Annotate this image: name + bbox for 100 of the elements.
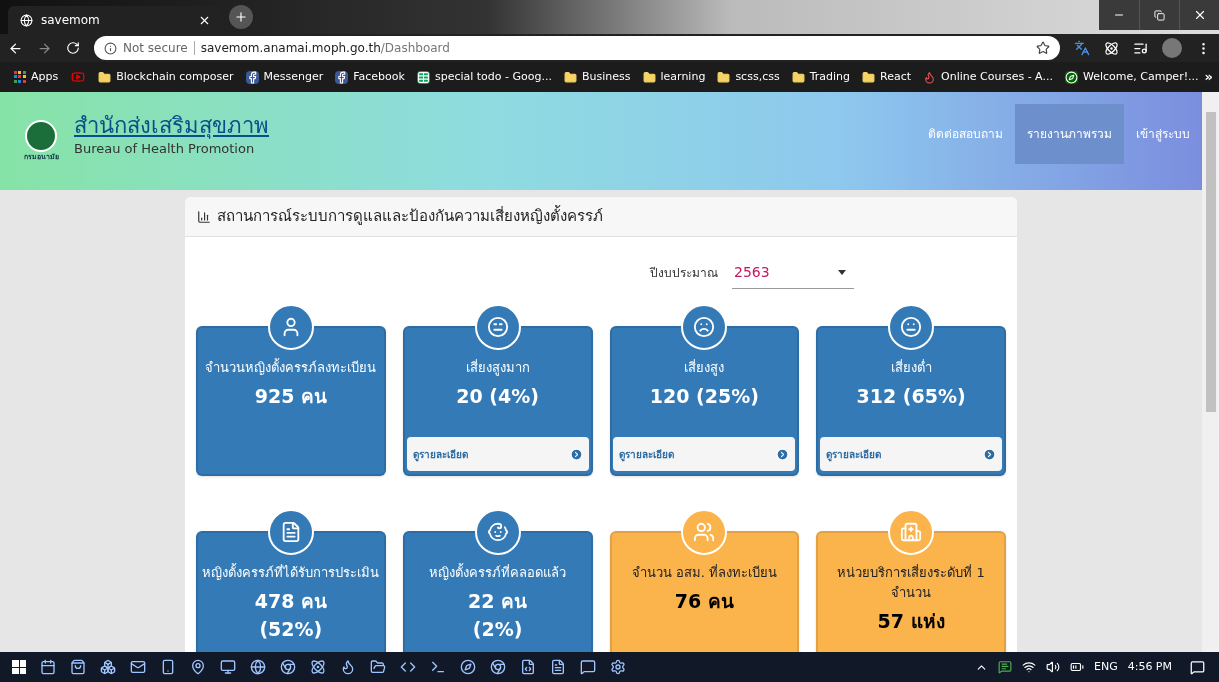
card-value: 22 คน — [468, 589, 528, 614]
panel-title: สถานการณ์ระบบการดูแลและป้องกันความเสี่ยงหญิงตั้งครรภ์ — [217, 205, 603, 228]
taskbar-app-icon[interactable] — [610, 659, 626, 675]
taskbar-app-icon[interactable] — [40, 659, 56, 675]
card-value: 76 คน — [674, 589, 734, 614]
taskbar-app-icon[interactable] — [160, 659, 176, 675]
tab-title: savemom — [41, 12, 100, 29]
taskbar-app-icon[interactable] — [340, 659, 356, 675]
taskbar-app-icon[interactable] — [190, 659, 206, 675]
f-logo-icon — [335, 70, 349, 84]
card-label: หน่วยบริการเสี่ยงระดับที่ 1 — [837, 563, 985, 582]
translate-icon[interactable] — [1074, 40, 1090, 56]
card-value: (52%) — [259, 617, 323, 642]
emblem-logo — [25, 119, 57, 152]
folder-icon — [862, 70, 875, 84]
people-icon — [693, 521, 716, 543]
details-link[interactable]: ดูรายละเอียด — [613, 437, 796, 471]
card-label: หญิงตั้งครรภ์ที่ได้รับการประเมิน — [202, 563, 380, 582]
chat-icon[interactable] — [997, 660, 1012, 674]
restore-icon — [1154, 9, 1165, 21]
folder-icon — [642, 70, 656, 84]
chevron-circle-icon — [776, 447, 790, 461]
hospital-icon — [900, 521, 923, 543]
sheet-icon — [416, 70, 430, 84]
bookmark[interactable]: Apps — [8, 66, 65, 88]
battery-icon[interactable] — [1069, 660, 1084, 674]
wifi-icon[interactable] — [1021, 660, 1036, 674]
taskbar-app-icon[interactable] — [310, 659, 326, 675]
notifications-icon[interactable] — [1190, 659, 1205, 675]
filter-label: ปีงบประมาณ — [650, 265, 718, 282]
bookmark[interactable]: scss,css — [711, 66, 786, 88]
card-label: จำนวน — [891, 584, 932, 602]
dropdown-caret-icon — [838, 270, 846, 275]
bookmark[interactable]: Messenger — [239, 66, 330, 88]
taskbar-app-icon[interactable] — [250, 659, 266, 675]
card-label: หญิงตั้งครรภ์ที่คลอดแล้ว — [429, 563, 567, 582]
avatar[interactable] — [1162, 38, 1182, 58]
details-link[interactable]: ดูรายละเอียด — [406, 437, 589, 471]
bookmark[interactable]: Online Courses - A... — [917, 66, 1059, 88]
bookmark[interactable]: Blockchain composer — [92, 66, 240, 88]
bookmark[interactable]: Trading — [785, 66, 856, 88]
card-value: 57 แห่ง — [877, 609, 945, 634]
volume-icon[interactable] — [1045, 660, 1060, 674]
f-logo-icon — [245, 70, 259, 84]
baby-icon — [486, 521, 509, 543]
card-value: 478 คน — [254, 589, 327, 614]
folder-icon — [98, 70, 112, 84]
taskbar-app-icon[interactable] — [550, 659, 566, 675]
face-icon — [693, 316, 716, 338]
bookmark-star-icon[interactable] — [1036, 41, 1050, 55]
card-value: 20 (4%) — [456, 384, 539, 409]
language-indicator[interactable]: ENG — [1093, 658, 1118, 676]
taskbar-app-icon[interactable] — [220, 659, 236, 675]
reload-icon[interactable] — [66, 41, 80, 55]
taskbar-app-icon[interactable] — [370, 659, 386, 675]
taskbar-app-icon[interactable] — [280, 659, 296, 675]
taskbar-app-icon[interactable] — [460, 659, 476, 675]
folder-icon — [791, 70, 805, 84]
atom-icon[interactable] — [1104, 40, 1119, 56]
apps-grid-icon — [14, 71, 26, 83]
address-bar[interactable]: Not secure savemom.anamai.moph.go.th/Dashboard — [94, 36, 1060, 60]
new-tab-button[interactable] — [229, 5, 253, 29]
taskbar-app-icon[interactable] — [400, 659, 416, 675]
back-icon[interactable] — [8, 40, 23, 56]
card-label: เสี่ยงสูงมาก — [465, 358, 530, 378]
restore-button[interactable] — [1139, 0, 1179, 30]
taskbar-app-icon[interactable] — [100, 659, 116, 675]
year-select[interactable]: 2563 — [732, 257, 854, 289]
taskbar-app-icon[interactable] — [490, 659, 506, 675]
close-window-button[interactable] — [1179, 0, 1219, 30]
bookmark[interactable]: React — [856, 66, 918, 88]
taskbar-app-icon[interactable] — [580, 659, 596, 675]
more-bookmarks[interactable]: » — [1204, 67, 1219, 87]
site-subtitle: Bureau of Health Promotion — [74, 140, 256, 159]
taskbar-app-icon[interactable] — [520, 659, 536, 675]
card-value: (2%) — [472, 617, 523, 642]
chevron-circle-icon — [569, 447, 583, 461]
taskbar-app-icon[interactable] — [130, 659, 146, 675]
face-icon — [900, 316, 923, 338]
taskbar-app-icon[interactable] — [70, 659, 86, 675]
url-text: savemom.anamai.moph.go.th/Dashboard — [200, 40, 450, 57]
scrollbar[interactable] — [1202, 92, 1219, 652]
bookmark[interactable]: Facebook — [329, 66, 411, 88]
taskbar-app-icon[interactable] — [430, 659, 446, 675]
card-label: เสี่ยงต่ำ — [890, 358, 932, 377]
bookmark[interactable]: learning — [636, 66, 712, 88]
site-title: สำนักส่งเสริมสุขภาพ — [74, 113, 269, 140]
bookmark[interactable]: Welcome, Camper!... — [1058, 66, 1205, 88]
info-icon — [104, 41, 117, 55]
details-link[interactable]: ดูรายละเอียด — [820, 437, 1003, 471]
chevron-circle-icon — [983, 447, 997, 461]
windows-start-icon[interactable] — [12, 660, 26, 674]
forward-icon[interactable] — [37, 40, 52, 56]
bookmark[interactable]: Business — [558, 66, 637, 88]
clock[interactable]: 4:56 PM — [1127, 658, 1172, 676]
bookmark[interactable]: special todo - Goog... — [410, 66, 558, 88]
face-icon — [486, 316, 509, 338]
card-label: เสี่ยงสูง — [684, 358, 725, 378]
card-value: 925 คน — [254, 384, 327, 409]
playlist-icon[interactable] — [1133, 40, 1148, 56]
